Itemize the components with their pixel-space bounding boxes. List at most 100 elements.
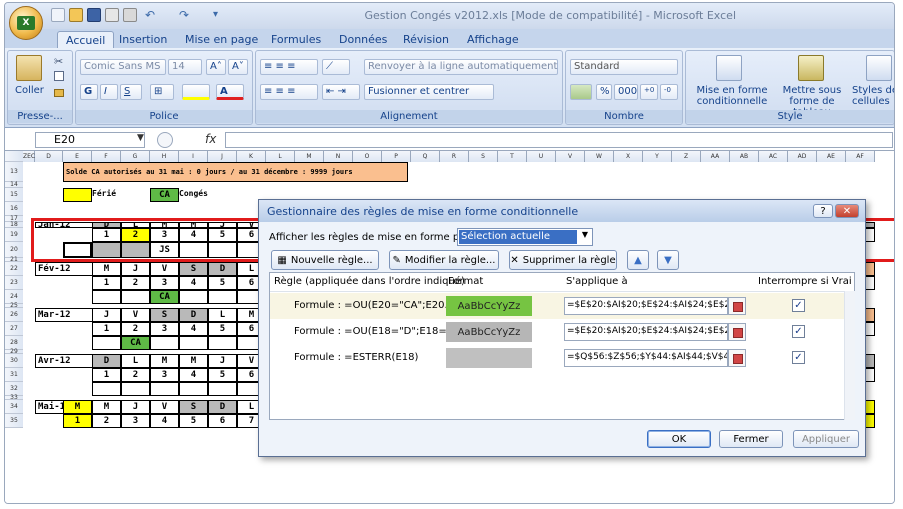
- applies-to-input[interactable]: =$Q$56:$Z$56;$Y$44:$AI$44;$V$48: [564, 349, 728, 367]
- day-number[interactable]: 2: [121, 368, 150, 382]
- font-color-icon[interactable]: A: [216, 84, 244, 100]
- day-number[interactable]: 2: [121, 228, 150, 242]
- row-header[interactable]: 35: [5, 414, 23, 428]
- row-header[interactable]: 19: [5, 228, 23, 242]
- column-header[interactable]: I: [179, 151, 208, 162]
- day-letter[interactable]: M: [92, 262, 121, 276]
- row-header[interactable]: 15: [5, 188, 23, 202]
- help-icon[interactable]: ?: [813, 204, 833, 218]
- show-rules-select[interactable]: Sélection actuelle ▼: [457, 228, 593, 246]
- applies-to-input[interactable]: =$E$20:$AI$20;$E$24:$AI$24;$E$28: [564, 297, 728, 315]
- formula-input[interactable]: [225, 132, 893, 148]
- day-number[interactable]: 1: [92, 368, 121, 382]
- day-number[interactable]: 1: [92, 228, 121, 242]
- delete-rule-button[interactable]: ✕ Supprimer la règle: [509, 250, 617, 270]
- decrease-decimal-icon[interactable]: -0: [660, 84, 678, 100]
- day-number[interactable]: 2: [92, 414, 121, 428]
- new-file-icon[interactable]: [51, 8, 65, 22]
- copy-icon[interactable]: [54, 71, 64, 81]
- column-header[interactable]: M: [295, 151, 324, 162]
- mark-ca[interactable]: CA: [121, 336, 150, 350]
- stop-if-true-checkbox[interactable]: ✓: [792, 299, 805, 312]
- column-header[interactable]: G: [121, 151, 150, 162]
- day-entry[interactable]: [92, 242, 121, 258]
- day-letter[interactable]: D: [208, 400, 237, 414]
- legend-ferie-label[interactable]: Férié: [92, 188, 132, 202]
- customize-qat-icon[interactable]: ▾: [213, 8, 227, 22]
- day-entry[interactable]: [92, 336, 121, 350]
- column-header[interactable]: R: [440, 151, 469, 162]
- merge-center-button[interactable]: Fusionner et centrer: [364, 84, 494, 100]
- day-number[interactable]: 6: [208, 414, 237, 428]
- conditional-format-icon[interactable]: [716, 55, 742, 81]
- day-letter[interactable]: J: [121, 262, 150, 276]
- print-icon[interactable]: [123, 8, 137, 22]
- row-header[interactable]: 30: [5, 354, 23, 368]
- formula-cancel-icon[interactable]: [157, 132, 173, 148]
- number-format-select[interactable]: Standard: [570, 59, 678, 75]
- redo-icon[interactable]: ↷: [179, 8, 193, 22]
- day-number[interactable]: 4: [179, 228, 208, 242]
- solde-banner[interactable]: Solde CA autorisés au 31 mai : 0 jours /…: [63, 162, 408, 182]
- close-button[interactable]: Fermer: [719, 430, 783, 448]
- edit-rule-button[interactable]: ✎ Modifier la règle...: [389, 250, 499, 270]
- row-header[interactable]: 34: [5, 400, 23, 414]
- insert-function-icon[interactable]: fx: [205, 132, 216, 146]
- day-entry[interactable]: [179, 242, 208, 258]
- format-painter-icon[interactable]: [54, 89, 64, 97]
- orientation-icon[interactable]: ⟋: [322, 59, 350, 75]
- column-header[interactable]: F: [92, 151, 121, 162]
- font-name-select[interactable]: Comic Sans MS: [80, 59, 166, 75]
- row-header[interactable]: 23: [5, 276, 23, 290]
- day-letter[interactable]: M: [179, 354, 208, 368]
- cut-icon[interactable]: ✂: [54, 55, 63, 68]
- day-number[interactable]: 3: [121, 414, 150, 428]
- new-rule-button[interactable]: ▦ Nouvelle règle...: [271, 250, 379, 270]
- day-entry[interactable]: [92, 290, 121, 304]
- column-header[interactable]: AA: [701, 151, 730, 162]
- column-header[interactable]: V: [556, 151, 585, 162]
- open-folder-icon[interactable]: [69, 8, 83, 22]
- day-letter[interactable]: D: [208, 262, 237, 276]
- column-header[interactable]: AD: [788, 151, 817, 162]
- column-header[interactable]: S: [469, 151, 498, 162]
- rule-row[interactable]: Formule : =OU(E18="D";E18=... AaBbCcYyZz…: [270, 319, 844, 345]
- day-letter[interactable]: J: [92, 308, 121, 322]
- select-all-corner[interactable]: [5, 151, 23, 162]
- stop-if-true-checkbox[interactable]: ✓: [792, 351, 805, 364]
- bold-button[interactable]: G: [80, 84, 98, 100]
- column-header[interactable]: P: [382, 151, 411, 162]
- tab-affichage[interactable]: Affichage: [459, 31, 527, 49]
- apply-button[interactable]: Appliquer: [793, 430, 859, 448]
- day-entry[interactable]: [92, 382, 121, 396]
- column-header[interactable]: O: [353, 151, 382, 162]
- move-up-icon[interactable]: ▲: [627, 250, 649, 270]
- day-letter[interactable]: S: [179, 400, 208, 414]
- close-icon[interactable]: ✕: [835, 204, 859, 218]
- conditional-format-button[interactable]: Mise en forme conditionnelle: [692, 85, 772, 107]
- paste-icon[interactable]: [16, 55, 42, 81]
- cell-styles-button[interactable]: Styles de cellules: [852, 85, 894, 107]
- day-letter[interactable]: M: [92, 400, 121, 414]
- column-header[interactable]: U: [527, 151, 556, 162]
- day-entry[interactable]: [121, 382, 150, 396]
- range-select-icon[interactable]: [728, 297, 746, 315]
- column-header[interactable]: AB: [730, 151, 759, 162]
- day-entry[interactable]: [208, 290, 237, 304]
- day-number[interactable]: 5: [208, 322, 237, 336]
- column-header[interactable]: AE: [817, 151, 846, 162]
- underline-button[interactable]: S: [120, 84, 142, 100]
- column-header[interactable]: D: [35, 151, 63, 162]
- stop-if-true-checkbox[interactable]: ✓: [792, 325, 805, 338]
- day-letter[interactable]: M: [150, 354, 179, 368]
- rule-row[interactable]: Formule : =ESTERR(E18) =$Q$56:$Z$56;$Y$4…: [270, 345, 844, 371]
- shrink-font-icon[interactable]: A˅: [228, 59, 248, 75]
- column-header[interactable]: Y: [643, 151, 672, 162]
- day-letter[interactable]: J: [121, 400, 150, 414]
- day-number[interactable]: 4: [150, 414, 179, 428]
- move-down-icon[interactable]: ▼: [657, 250, 679, 270]
- day-letter[interactable]: V: [150, 400, 179, 414]
- day-number[interactable]: 4: [179, 276, 208, 290]
- legend-ca-swatch[interactable]: CA: [150, 188, 179, 202]
- horizontal-align-icons[interactable]: ≡ ≡ ≡: [260, 84, 318, 100]
